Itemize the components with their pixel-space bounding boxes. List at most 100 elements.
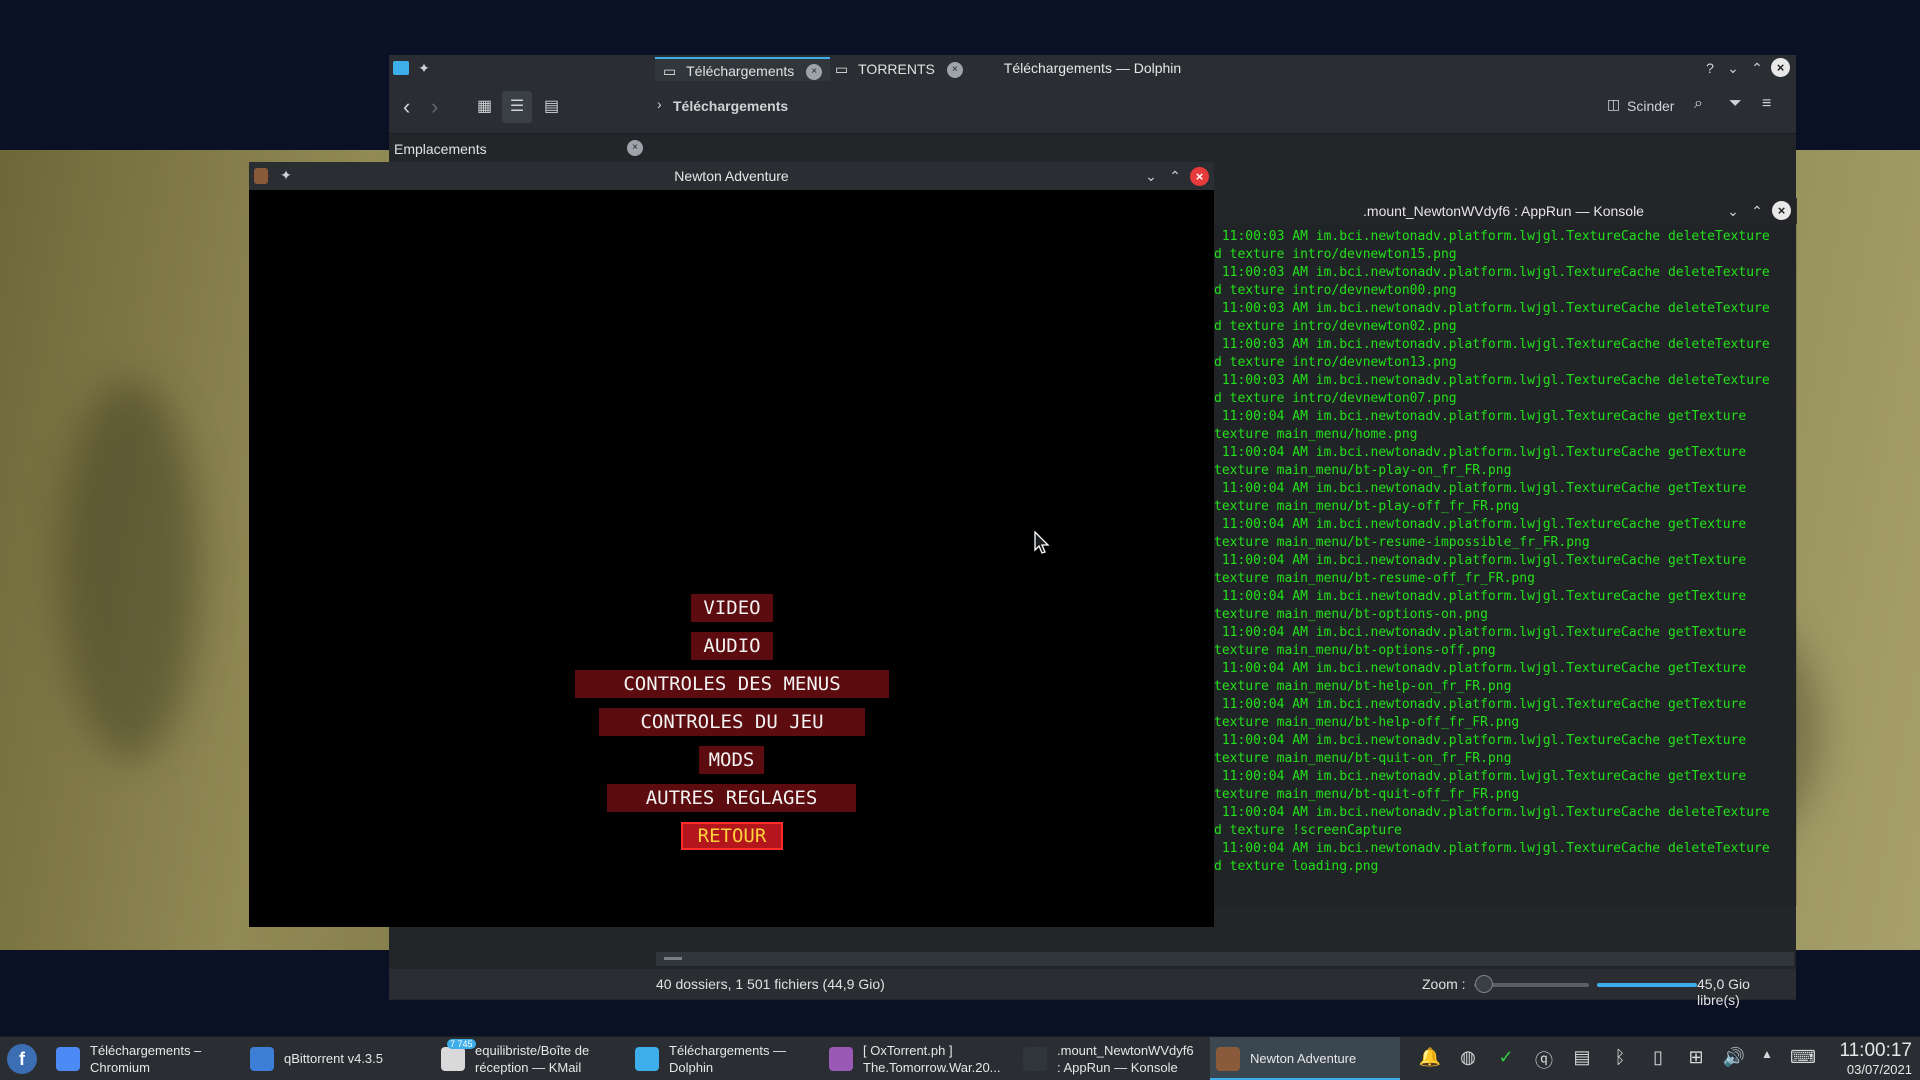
qbittorrent-icon	[250, 1047, 274, 1071]
taskbar: f Téléchargements – Chromium qBittorrent v…	[0, 1036, 1920, 1080]
newton-adventure-window: ✦ Newton Adventure ⌄ ⌃ × VIDEO AUDIO CON…	[249, 162, 1214, 927]
terminal-line: texture main_menu/bt-help-on_fr_FR.png	[1214, 679, 1512, 694]
terminal-line: texture main_menu/bt-options-off.png	[1214, 643, 1496, 658]
folder-icon: ▭	[835, 61, 849, 77]
terminal-line: 11:00:04 AM im.bci.newtonadv.platform.lw…	[1214, 481, 1747, 496]
menu-item-audio[interactable]: AUDIO	[691, 632, 773, 660]
search-icon[interactable]: ⌕	[1694, 95, 1703, 113]
terminal-line: 11:00:04 AM im.bci.newtonadv.platform.lw…	[1214, 409, 1747, 424]
desktop: ✦ Téléchargements — Dolphin ? ⌄ ⌃ × ‹ › …	[0, 0, 1920, 1080]
zoom-slider-handle[interactable]	[1475, 975, 1493, 993]
compact-view-icon[interactable]: ☰	[502, 91, 532, 123]
menu-item-controles-du-jeu[interactable]: CONTROLES DU JEU	[599, 708, 865, 736]
terminal-line: texture main_menu/bt-play-on_fr_FR.png	[1214, 463, 1512, 478]
updates-check-icon[interactable]: ✓	[1494, 1047, 1518, 1068]
storage-device-icon[interactable]: ▯	[1646, 1047, 1670, 1068]
close-icon[interactable]: ×	[1772, 201, 1791, 220]
unread-count-badge: 7 745	[447, 1039, 476, 1049]
icons-view-icon[interactable]: ▦	[477, 96, 492, 116]
terminal-line: texture main_menu/bt-options-on.png	[1214, 607, 1488, 622]
details-view-icon[interactable]: ▤	[544, 96, 559, 116]
menu-item-retour[interactable]: RETOUR	[681, 822, 783, 850]
keyboard-layout-icon[interactable]: ⌨	[1790, 1047, 1816, 1068]
newton-titlebar[interactable]: ✦ Newton Adventure ⌄ ⌃ ×	[249, 162, 1214, 190]
expand-tray-icon[interactable]: ▲	[1755, 1047, 1779, 1061]
minimize-icon[interactable]: ⌄	[1724, 202, 1742, 220]
horizontal-scrollbar[interactable]	[656, 952, 1794, 966]
close-tab-icon[interactable]: ×	[946, 62, 963, 79]
terminal-line: d texture !screenCapture	[1214, 823, 1402, 838]
split-view-icon[interactable]: ◫	[1607, 96, 1620, 113]
minimize-icon[interactable]: ⌄	[1142, 167, 1160, 185]
breadcrumb[interactable]: Téléchargements	[673, 98, 788, 114]
terminal-line: d texture intro/devnewton15.png	[1214, 247, 1457, 262]
taskbar-task-kmail[interactable]: equilibriste/Boîte de réception — KMail 7 …	[435, 1037, 623, 1080]
clipboard-icon[interactable]: ▤	[1570, 1047, 1594, 1068]
close-panel-icon[interactable]: ×	[627, 140, 643, 156]
taskbar-task-chromium[interactable]: Téléchargements – Chromium	[50, 1037, 238, 1080]
taskbar-task-konsole[interactable]: .mount_NewtonWVdyf6: AppRun — Konsole	[1017, 1037, 1205, 1080]
menu-item-autres-reglages[interactable]: AUTRES REGLAGES	[607, 784, 856, 812]
application-launcher-icon[interactable]: f	[7, 1044, 37, 1074]
terminal-line: 11:00:04 AM im.bci.newtonadv.platform.lw…	[1214, 733, 1747, 748]
dolphin-titlebar[interactable]: ✦ Téléchargements — Dolphin ? ⌄ ⌃ ×	[389, 55, 1796, 82]
maximize-icon[interactable]: ⌃	[1748, 59, 1766, 77]
terminal-line: 11:00:03 AM im.bci.newtonadv.platform.lw…	[1214, 265, 1770, 280]
maximize-icon[interactable]: ⌃	[1748, 202, 1766, 220]
terminal-line: texture main_menu/bt-help-off_fr_FR.png	[1214, 715, 1520, 730]
chromium-icon	[56, 1047, 80, 1071]
taskbar-task-dolphin[interactable]: Téléchargements — Dolphin	[629, 1037, 817, 1080]
minimize-icon[interactable]: ⌄	[1724, 59, 1742, 77]
filter-icon[interactable]: ⏷	[1729, 95, 1742, 113]
dolphin-toolbar: ‹ › ▦ ☰ ▤ › Téléchargements ◫ Scinder ⌕ …	[389, 82, 1796, 134]
terminal-line: 11:00:03 AM im.bci.newtonadv.platform.lw…	[1214, 337, 1770, 352]
scrollbar-handle[interactable]	[664, 957, 682, 960]
volume-icon[interactable]: 🔊	[1722, 1047, 1746, 1068]
taskbar-task-media-player[interactable]: [ OxTorrent.ph ] The.Tomorrow.War.20...	[823, 1037, 1011, 1080]
notifications-icon[interactable]: 🔔	[1418, 1047, 1442, 1068]
zoom-label: Zoom :	[1422, 976, 1466, 992]
menu-item-mods[interactable]: MODS	[699, 746, 764, 774]
game-viewport[interactable]: VIDEO AUDIO CONTROLES DES MENUS CONTROLE…	[249, 190, 1214, 927]
network-globe-icon[interactable]: ◍	[1456, 1047, 1480, 1068]
network-wired-icon[interactable]: ⊞	[1684, 1047, 1708, 1068]
terminal-line: d texture intro/devnewton00.png	[1214, 283, 1457, 298]
taskbar-task-qbittorrent[interactable]: qBittorrent v4.3.5	[244, 1037, 429, 1080]
qbittorrent-tray-icon[interactable]: ⓠ	[1532, 1047, 1556, 1073]
terminal-line: 11:00:04 AM im.bci.newtonadv.platform.lw…	[1214, 553, 1747, 568]
help-icon[interactable]: ?	[1701, 59, 1719, 77]
maximize-icon[interactable]: ⌃	[1166, 167, 1184, 185]
terminal-output[interactable]: 11:00:03 AM im.bci.newtonadv.platform.lw…	[1214, 228, 1794, 876]
clock[interactable]: 11:00:17 03/07/2021	[1839, 1040, 1912, 1077]
terminal-line: texture main_menu/bt-play-off_fr_FR.png	[1214, 499, 1520, 514]
menu-item-controles-des-menus[interactable]: CONTROLES DES MENUS	[575, 670, 889, 698]
forward-icon[interactable]: ›	[431, 94, 438, 120]
konsole-titlebar[interactable]: .mount_NewtonWVdyf6 : AppRun — Konsole ⌄…	[1210, 198, 1797, 224]
back-icon[interactable]: ‹	[403, 94, 410, 120]
terminal-line: 11:00:04 AM im.bci.newtonadv.platform.lw…	[1214, 697, 1747, 712]
close-tab-icon[interactable]: ×	[806, 64, 823, 81]
bluetooth-icon[interactable]: ᛒ	[1608, 1047, 1632, 1068]
taskbar-task-newton[interactable]: Newton Adventure	[1210, 1037, 1400, 1080]
konsole-window: .mount_NewtonWVdyf6 : AppRun — Konsole ⌄…	[1210, 198, 1797, 906]
hamburger-menu-icon[interactable]: ≡	[1762, 95, 1771, 113]
mouse-pointer-icon	[1034, 531, 1050, 554]
media-player-icon	[829, 1047, 853, 1071]
breadcrumb-chevron-icon: ›	[657, 96, 662, 112]
close-icon[interactable]: ×	[1771, 58, 1790, 77]
split-button[interactable]: Scinder	[1627, 98, 1674, 114]
tab-torrents[interactable]: ▭ TORRENTS ×	[827, 57, 971, 81]
terminal-line: d texture loading.png	[1214, 859, 1379, 874]
clock-date: 03/07/2021	[1846, 1062, 1912, 1077]
tab-telechargements[interactable]: ▭ Téléchargements ×	[655, 57, 831, 81]
terminal-line: texture main_menu/bt-resume-off_fr_FR.pn…	[1214, 571, 1535, 586]
newton-icon	[1216, 1047, 1240, 1071]
terminal-line: 11:00:04 AM im.bci.newtonadv.platform.lw…	[1214, 805, 1770, 820]
close-icon[interactable]: ×	[1190, 167, 1209, 186]
menu-item-video[interactable]: VIDEO	[691, 594, 773, 622]
terminal-line: 11:00:04 AM im.bci.newtonadv.platform.lw…	[1214, 445, 1747, 460]
konsole-icon	[1023, 1047, 1047, 1071]
free-space-text: 45,0 Gio libre(s)	[1697, 976, 1750, 1008]
folder-icon: ▭	[663, 63, 677, 79]
clock-time: 11:00:17	[1839, 1040, 1912, 1061]
